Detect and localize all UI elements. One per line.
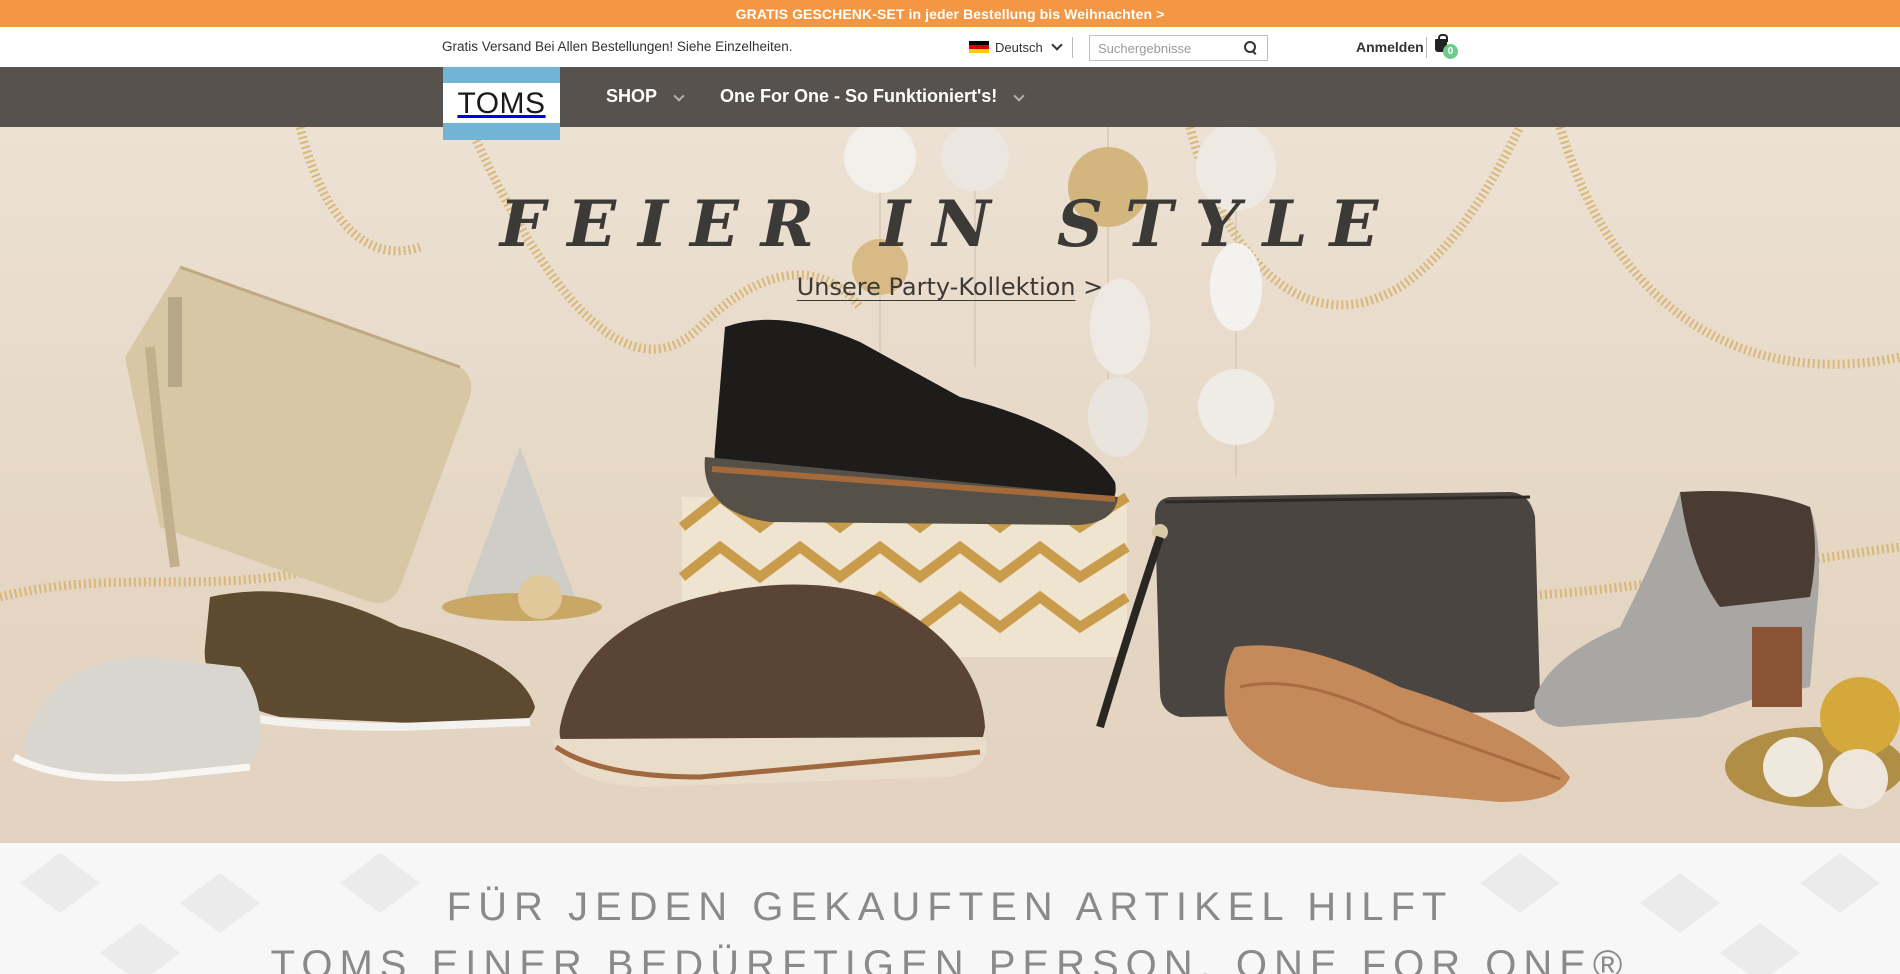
toms-logo[interactable]: TOMS	[443, 67, 560, 140]
nav-item-label: One For One - So Funktioniert's!	[720, 86, 998, 106]
party-collection-link[interactable]: Unsere Party-Kollektion >	[0, 273, 1900, 301]
sign-in-link[interactable]: Anmelden	[1356, 39, 1424, 55]
mission-line-2: TOMS EINER BEDÜRFTIGEN PERSON. ONE FOR O…	[270, 943, 1630, 974]
one-for-one-mission: FÜR JEDEN GEKAUFTEN ARTIKEL HILFT TOMS E…	[0, 843, 1900, 974]
search-icon[interactable]	[1244, 41, 1258, 55]
promo-link[interactable]: GRATIS GESCHENK-SET in jeder Bestellung …	[736, 6, 1165, 22]
free-shipping-link[interactable]: Gratis Versand Bei Allen Bestellungen! S…	[442, 39, 792, 54]
grey-bootie-icon	[1534, 491, 1819, 727]
promo-banner: GRATIS GESCHENK-SET in jeder Bestellung …	[0, 0, 1900, 27]
language-selector[interactable]: Deutsch	[969, 37, 1063, 57]
divider	[1072, 37, 1073, 58]
party-collection-link-arrow: >	[1075, 273, 1104, 301]
black-oxford-shoe-icon	[704, 319, 1118, 525]
logo-text: TOMS	[457, 86, 546, 120]
main-navigation: TOMS SHOP One For One - So Funktioniert'…	[0, 67, 1900, 140]
utility-bar: Gratis Versand Bei Allen Bestellungen! S…	[0, 27, 1900, 67]
hero-banner[interactable]: FEIER IN STYLE Unsere Party-Kollektion >	[0, 127, 1900, 843]
divider	[1426, 37, 1427, 58]
german-flag-icon	[969, 40, 989, 54]
chevron-down-icon	[673, 89, 685, 102]
search-input[interactable]	[1090, 37, 1240, 59]
cart-button[interactable]: 0	[1433, 34, 1461, 60]
gold-clutch-icon	[125, 265, 472, 603]
mission-line-1: FÜR JEDEN GEKAUFTEN ARTIKEL HILFT	[446, 885, 1454, 929]
search-box	[1089, 35, 1268, 61]
nav-item-shop[interactable]: SHOP	[606, 86, 685, 107]
hero-title: FEIER IN STYLE	[499, 187, 1401, 262]
chevron-down-icon	[1051, 39, 1063, 51]
nav-item-one-for-one[interactable]: One For One - So Funktioniert's!	[720, 86, 1025, 107]
nav-item-label: SHOP	[606, 86, 658, 106]
chevron-down-icon	[1013, 89, 1025, 102]
language-label: Deutsch	[995, 39, 1043, 55]
party-collection-link-label: Unsere Party-Kollektion	[796, 273, 1076, 301]
silver-tree-icon	[442, 447, 602, 621]
cart-count-badge: 0	[1443, 44, 1458, 59]
silver-slip-on-shoe-icon	[12, 657, 261, 782]
